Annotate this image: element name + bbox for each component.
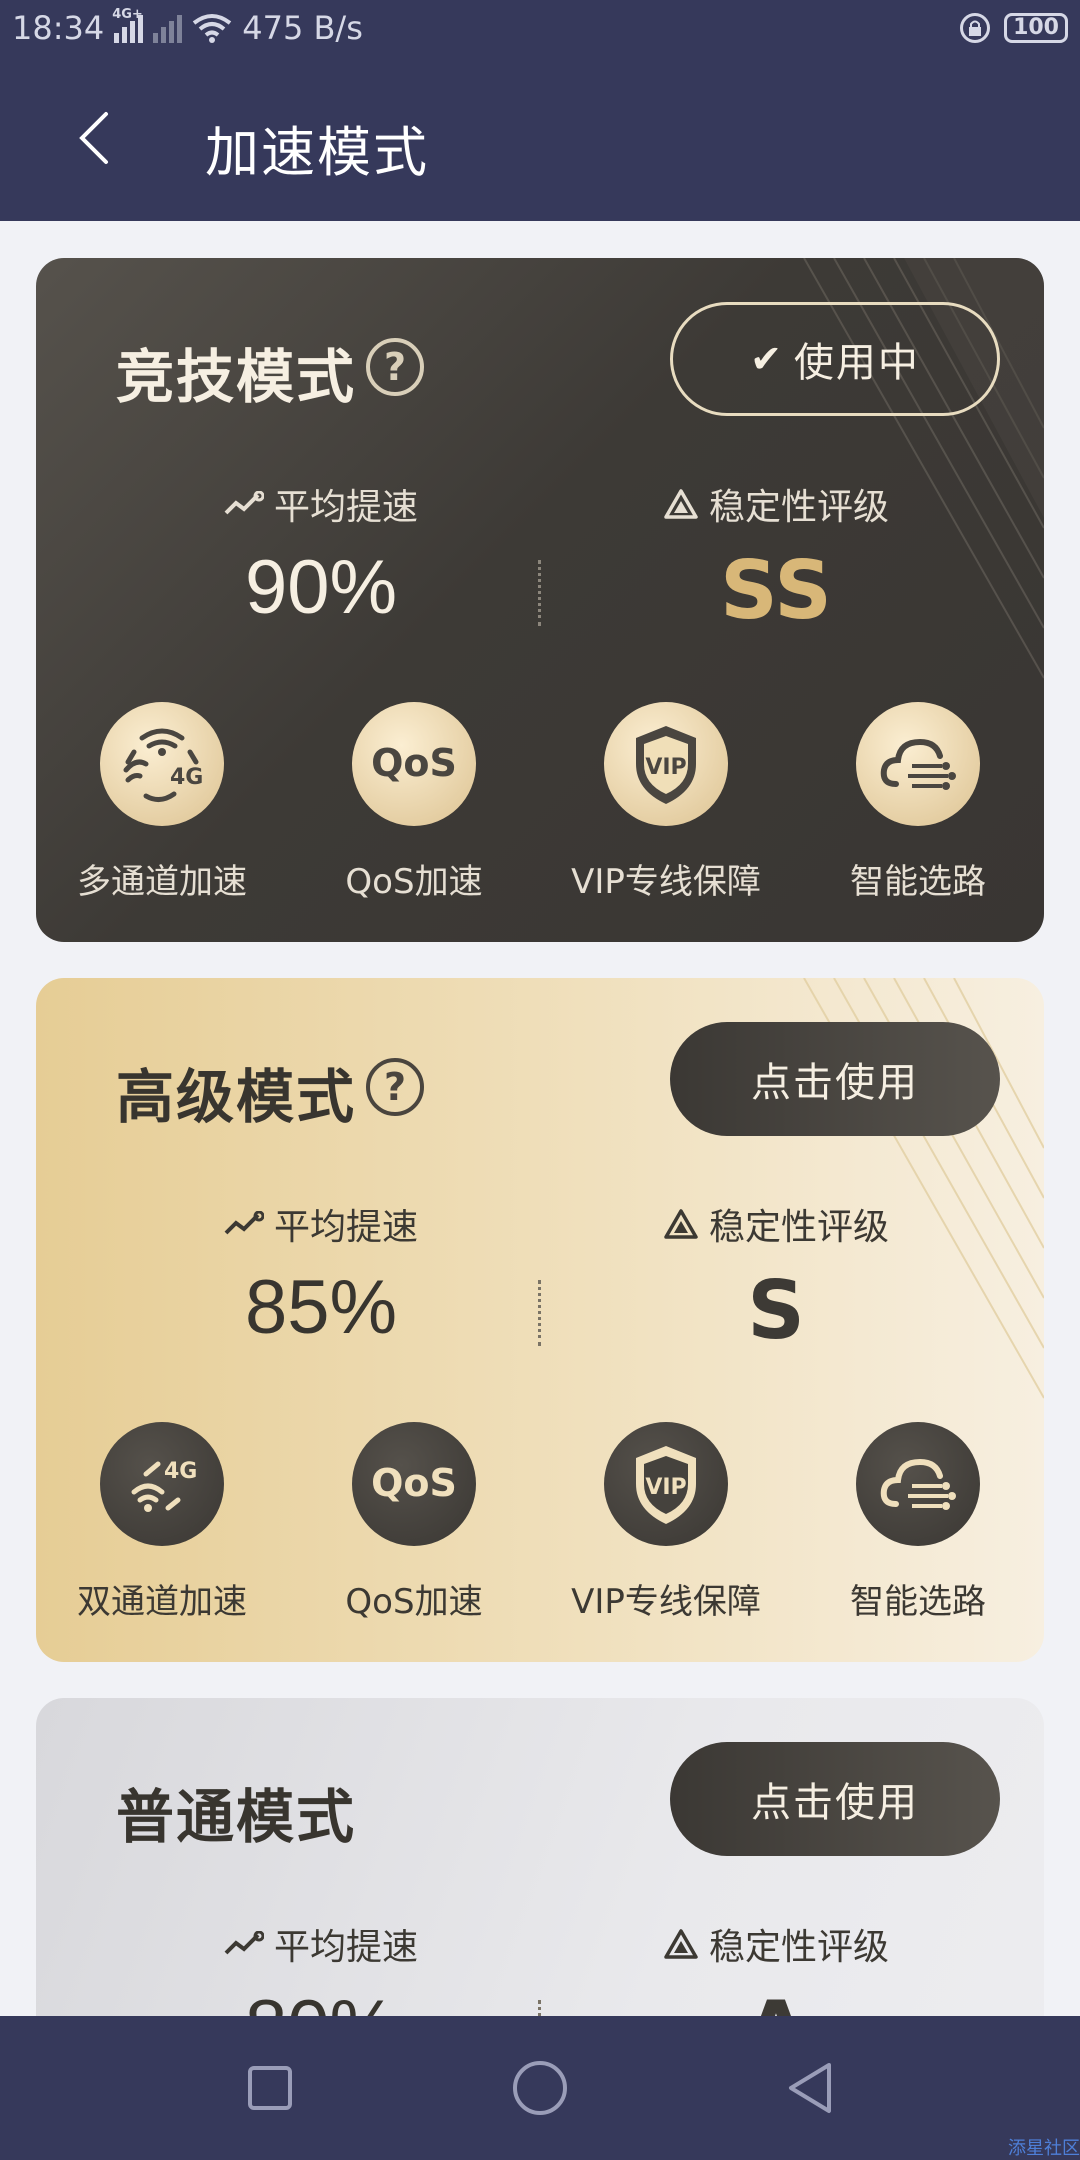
feature-label: 智能选路 — [850, 862, 986, 902]
stability-label: 稳定性评级 — [708, 487, 889, 528]
svg-text:4G: 4G — [164, 1459, 197, 1484]
signal-4g-icon: 4G+ — [112, 7, 144, 43]
stability-stat: 稳定性评级 S — [576, 1198, 976, 1357]
cloud-route-icon — [856, 702, 980, 826]
mode-card-advanced: 高级模式 ? 点击使用 平均提速 85% 稳定性评级 S 4G 双通道加速 Qo… — [36, 978, 1044, 1662]
feature-label: 智能选路 — [850, 1582, 986, 1622]
status-time: 18:34 — [12, 9, 105, 47]
mode-card-competitive: 竞技模式 ? ✔ 使用中 平均提速 90% 稳定性评级 SS 4G 多通道加速 … — [36, 258, 1044, 942]
feature-vip: VIP VIP专线保障 — [540, 702, 792, 903]
use-button[interactable]: 点击使用 — [670, 1742, 1000, 1856]
trend-up-icon — [224, 1211, 264, 1235]
stat-divider — [538, 1280, 541, 1346]
speed-label: 平均提速 — [273, 487, 418, 528]
avg-speed-stat: 平均提速 85% — [121, 1198, 521, 1351]
triangle-back-icon — [789, 2063, 831, 2113]
card-title: 竞技模式 — [116, 343, 357, 411]
speed-label: 平均提速 — [273, 1207, 418, 1248]
system-nav-bar: 添星社区 — [0, 2016, 1080, 2160]
feature-qos: QoS QoS加速 — [288, 702, 540, 903]
warning-triangle-icon — [664, 489, 698, 519]
feature-label: VIP专线保障 — [571, 862, 761, 902]
recents-button[interactable] — [235, 2053, 305, 2123]
feature-smart-route: 智能选路 — [792, 1422, 1044, 1623]
speed-value: 85% — [244, 1265, 398, 1350]
feature-smart-route: 智能选路 — [792, 702, 1044, 903]
use-button[interactable]: 点击使用 — [670, 1022, 1000, 1136]
button-label: 使用中 — [793, 340, 920, 386]
feature-multichannel: 4G 多通道加速 — [36, 702, 288, 903]
warning-triangle-icon — [664, 1929, 698, 1959]
trend-up-icon — [224, 1931, 264, 1955]
stability-label: 稳定性评级 — [708, 1207, 889, 1248]
svg-text:4G: 4G — [170, 765, 203, 790]
wifi-icon — [192, 14, 232, 43]
feature-list: 4G 多通道加速 QoS QoS加速 VIP VIP专线保障 智能选路 — [36, 702, 1044, 903]
cloud-route-icon — [856, 1422, 980, 1546]
watermark: 添星社区 — [1008, 2138, 1080, 2159]
svg-text:VIP: VIP — [645, 1475, 686, 1500]
battery-icon: 100 — [1004, 13, 1068, 43]
speed-value: 90% — [244, 545, 398, 630]
back-nav-button[interactable] — [775, 2053, 845, 2123]
stability-label: 稳定性评级 — [708, 1927, 889, 1968]
card-title: 高级模式 — [116, 1063, 357, 1131]
stability-grade: S — [747, 1264, 805, 1357]
qos-icon: QoS — [352, 702, 476, 826]
feature-label: 双通道加速 — [77, 1582, 247, 1622]
help-icon[interactable]: ? — [366, 338, 424, 396]
multichannel-icon: 4G — [100, 702, 224, 826]
warning-triangle-icon — [664, 1209, 698, 1239]
feature-label: VIP专线保障 — [571, 1582, 761, 1622]
svg-text:QoS: QoS — [371, 1461, 457, 1505]
circle-icon — [513, 2061, 567, 2115]
rotation-lock-icon — [960, 13, 991, 43]
dualchannel-icon: 4G — [100, 1422, 224, 1546]
check-icon: ✔ — [750, 337, 784, 381]
stability-stat: 稳定性评级 SS — [576, 478, 976, 637]
feature-list: 4G 双通道加速 QoS QoS加速 VIP VIP专线保障 智能选路 — [36, 1422, 1044, 1623]
svg-text:QoS: QoS — [371, 741, 457, 785]
vip-shield-icon: VIP — [604, 1422, 728, 1546]
signal-sim2-icon — [153, 13, 183, 43]
feature-label: QoS加速 — [345, 1582, 483, 1622]
square-icon — [248, 2066, 292, 2110]
card-title: 普通模式 — [116, 1783, 357, 1851]
network-speed: 475 B/s — [242, 9, 363, 47]
feature-vip: VIP VIP专线保障 — [540, 1422, 792, 1623]
stat-divider — [538, 560, 541, 626]
vip-shield-icon: VIP — [604, 702, 728, 826]
page-title: 加速模式 — [205, 121, 429, 184]
help-icon[interactable]: ? — [366, 1058, 424, 1116]
home-button[interactable] — [505, 2053, 575, 2123]
feature-dualchannel: 4G 双通道加速 — [36, 1422, 288, 1623]
qos-icon: QoS — [352, 1422, 476, 1546]
feature-label: QoS加速 — [345, 862, 483, 902]
avg-speed-stat: 平均提速 90% — [121, 478, 521, 631]
trend-up-icon — [224, 491, 264, 515]
back-icon[interactable] — [70, 108, 120, 168]
status-bar: 18:34 4G+ 475 B/s 100 — [0, 0, 1080, 56]
feature-label: 多通道加速 — [77, 862, 247, 902]
speed-label: 平均提速 — [273, 1927, 418, 1968]
stability-grade: SS — [720, 544, 832, 637]
svg-text:VIP: VIP — [645, 755, 686, 780]
feature-qos: QoS QoS加速 — [288, 1422, 540, 1623]
app-header: 加速模式 — [0, 56, 1080, 221]
in-use-button[interactable]: ✔ 使用中 — [670, 302, 1000, 416]
